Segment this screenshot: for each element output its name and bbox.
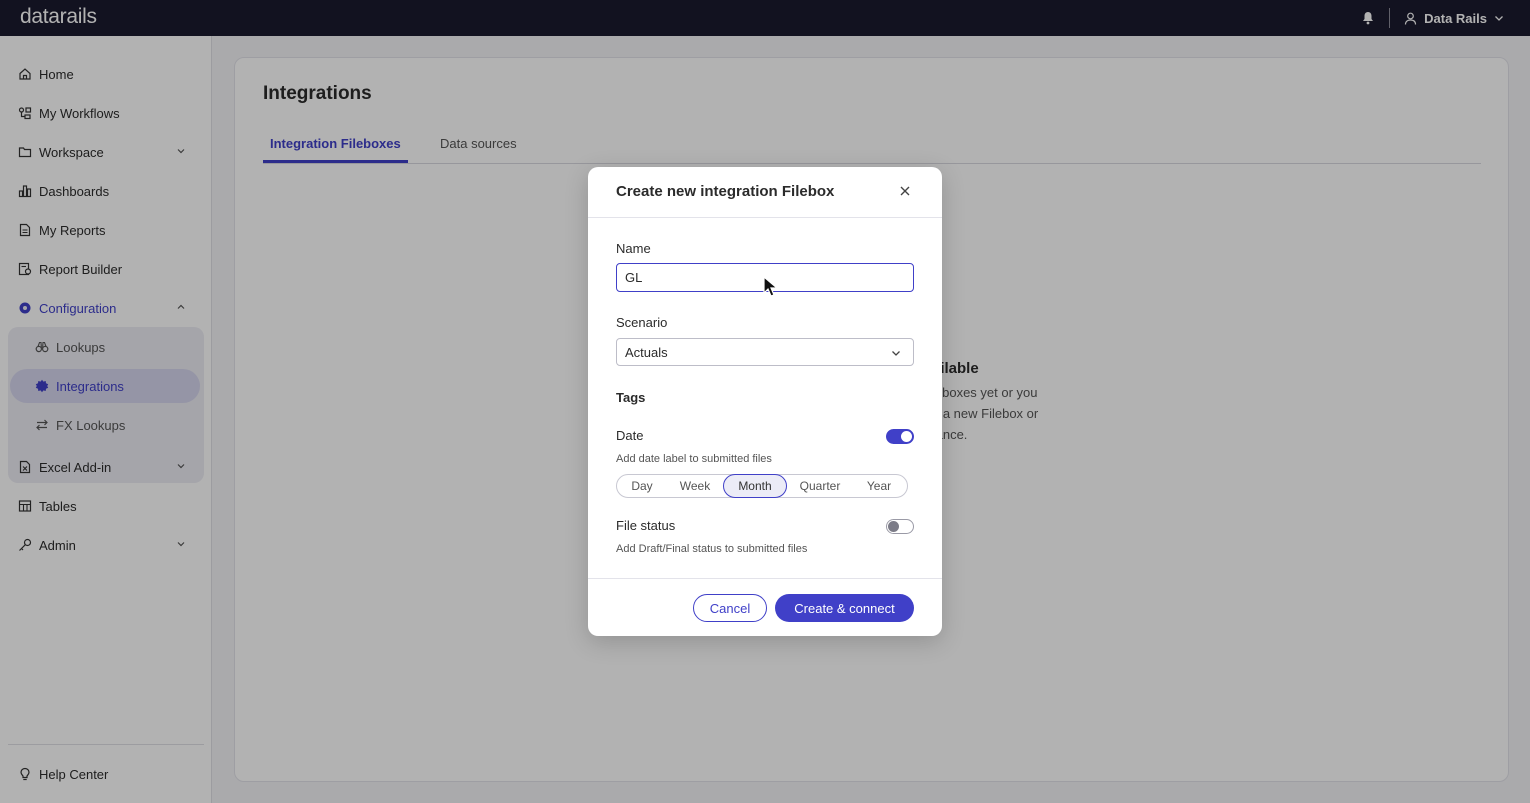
date-toggle[interactable] — [886, 429, 914, 444]
segment-year[interactable]: Year — [851, 474, 907, 498]
close-icon[interactable] — [896, 182, 914, 200]
create-filebox-dialog: Create new integration Filebox Name Scen… — [588, 167, 942, 636]
name-label: Name — [616, 241, 651, 256]
date-tag-hint: Add date label to submitted files — [616, 453, 772, 465]
date-granularity-segmented-control: Day Week Month Quarter Year — [616, 474, 908, 498]
tags-heading: Tags — [616, 390, 646, 405]
dialog-title: Create new integration Filebox — [616, 183, 835, 200]
dialog-footer-divider — [588, 578, 942, 579]
chevron-down-icon — [892, 351, 900, 356]
scenario-label: Scenario — [616, 315, 668, 330]
date-tag-label: Date — [616, 428, 644, 443]
file-status-toggle[interactable] — [886, 519, 914, 534]
dialog-header-divider — [588, 217, 942, 218]
cancel-button[interactable]: Cancel — [693, 594, 767, 622]
create-and-connect-button[interactable]: Create & connect — [775, 594, 914, 622]
scenario-selected-value: Actuals — [625, 344, 668, 360]
segment-day[interactable]: Day — [617, 474, 667, 498]
mouse-cursor-icon — [763, 276, 779, 297]
segment-quarter[interactable]: Quarter — [789, 474, 851, 498]
file-status-label: File status — [616, 518, 676, 533]
toggle-knob — [901, 431, 912, 442]
segment-month[interactable]: Month — [723, 474, 787, 498]
toggle-knob — [888, 521, 899, 532]
scenario-select[interactable]: Actuals — [616, 338, 914, 366]
file-status-hint: Add Draft/Final status to submitted file… — [616, 543, 808, 555]
segment-week[interactable]: Week — [667, 474, 723, 498]
